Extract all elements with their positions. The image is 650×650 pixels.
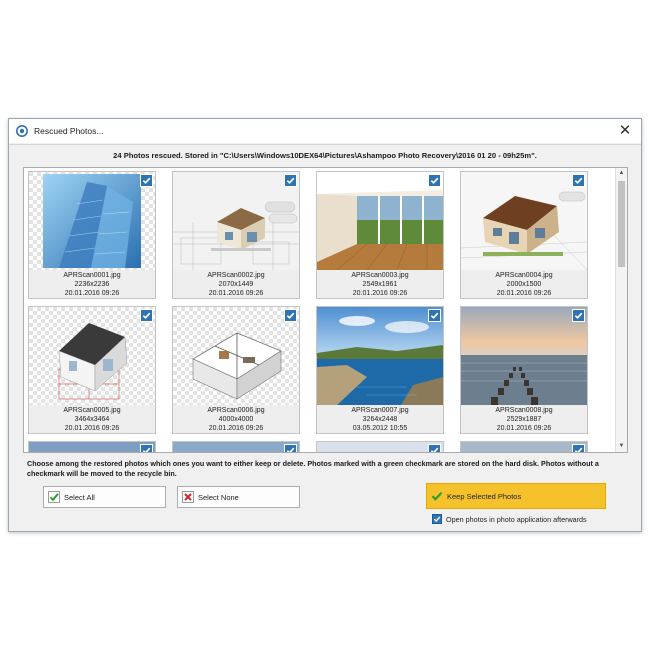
photo-tile[interactable]: APRScan0006.jpg 4000x4000 20.01.2016 09:…: [172, 306, 300, 434]
open-after-label: Open photos in photo application afterwa…: [446, 514, 587, 524]
photo-date: 20.01.2016 09:26: [352, 290, 408, 297]
photo-dimensions: 2070x1449: [218, 281, 254, 288]
photo-checkbox[interactable]: [428, 174, 441, 187]
photo-thumbnail[interactable]: [317, 172, 443, 270]
photo-date: 20.01.2016 09:26: [208, 290, 264, 297]
photo-tile[interactable]: [172, 441, 300, 452]
photo-thumbnail[interactable]: [173, 307, 299, 405]
select-none-button[interactable]: Select None: [177, 486, 300, 508]
photo-caption: APRScan0002.jpg 2070x1449 20.01.2016 09:…: [173, 271, 299, 298]
photo-filename: APRScan0008.jpg: [495, 407, 553, 414]
open-after-checkbox[interactable]: [432, 514, 442, 524]
photo-checkbox[interactable]: [284, 309, 297, 322]
photo-thumbnail[interactable]: [173, 442, 299, 452]
photo-tile[interactable]: [316, 441, 444, 452]
photo-date: 20.01.2016 09:26: [64, 425, 120, 432]
photo-filename: APRScan0002.jpg: [207, 272, 265, 279]
photo-tile[interactable]: [460, 441, 588, 452]
photo-date: 20.01.2016 09:26: [208, 425, 264, 432]
scroll-up-arrow-icon[interactable]: ▲: [616, 168, 627, 179]
photo-thumbnail[interactable]: [29, 307, 155, 405]
photo-thumbnail[interactable]: [317, 442, 443, 452]
photo-caption: APRScan0005.jpg 3464x3464 20.01.2016 09:…: [29, 406, 155, 433]
photo-filename: APRScan0004.jpg: [495, 272, 553, 279]
photo-filename: APRScan0001.jpg: [63, 272, 121, 279]
photo-date: 03.05.2012 10:55: [352, 425, 408, 432]
photo-dimensions: 4000x4000: [218, 416, 254, 423]
title-bar: Rescued Photos... ✕: [9, 119, 641, 143]
green-check-icon: [48, 491, 60, 503]
photo-thumbnail[interactable]: [29, 442, 155, 452]
photo-caption: APRScan0003.jpg 2549x1961 20.01.2016 09:…: [317, 271, 443, 298]
photo-thumbnail[interactable]: [29, 172, 155, 270]
gallery-scrollbar[interactable]: ▲ ▼: [615, 168, 627, 452]
photo-gallery[interactable]: APRScan0001.jpg 2236x2236 20.01.2016 09:…: [23, 167, 628, 453]
photo-date: 20.01.2016 09:26: [64, 290, 120, 297]
scroll-down-arrow-icon[interactable]: ▼: [616, 441, 627, 452]
photo-checkbox[interactable]: [572, 309, 585, 322]
photo-date: 20.01.2016 09:26: [496, 425, 552, 432]
rescued-photos-dialog: Rescued Photos... ✕ 24 Photos rescued. S…: [8, 118, 642, 532]
keep-selected-label: Keep Selected Photos: [447, 491, 522, 501]
photo-tile[interactable]: APRScan0004.jpg 2000x1500 20.01.2016 09:…: [460, 171, 588, 299]
select-none-label: Select None: [198, 492, 239, 502]
window-title: Rescued Photos...: [34, 126, 104, 136]
photo-checkbox[interactable]: [572, 174, 585, 187]
instructions-text: Choose among the restored photos which o…: [27, 459, 599, 478]
photo-checkbox[interactable]: [284, 444, 297, 452]
photo-caption: APRScan0008.jpg 2529x1887 20.01.2016 09:…: [461, 406, 587, 433]
photo-checkbox[interactable]: [284, 174, 297, 187]
photo-dimensions: 3464x3464: [74, 416, 110, 423]
photo-date: 20.01.2016 09:26: [496, 290, 552, 297]
photo-caption: APRScan0007.jpg 3264x2448 03.05.2012 10:…: [317, 406, 443, 433]
green-check-icon: [431, 490, 443, 502]
photo-tile[interactable]: APRScan0003.jpg 2549x1961 20.01.2016 09:…: [316, 171, 444, 299]
photo-dimensions: 2236x2236: [74, 281, 110, 288]
photo-dimensions: 3264x2448: [362, 416, 398, 423]
photo-tile[interactable]: APRScan0002.jpg 2070x1449 20.01.2016 09:…: [172, 171, 300, 299]
photo-caption: APRScan0001.jpg 2236x2236 20.01.2016 09:…: [29, 271, 155, 298]
select-all-button[interactable]: Select All: [43, 486, 166, 508]
photo-tile[interactable]: APRScan0007.jpg 3264x2448 03.05.2012 10:…: [316, 306, 444, 434]
photo-thumbnail[interactable]: [317, 307, 443, 405]
photo-thumbnail[interactable]: [173, 172, 299, 270]
photo-checkbox[interactable]: [140, 309, 153, 322]
photo-tile[interactable]: [28, 441, 156, 452]
photo-checkbox[interactable]: [572, 444, 585, 452]
close-icon[interactable]: ✕: [613, 121, 637, 141]
rescue-summary: 24 Photos rescued. Stored in "C:\Users\W…: [9, 144, 641, 167]
photo-checkbox[interactable]: [140, 444, 153, 452]
photo-tile[interactable]: APRScan0008.jpg 2529x1887 20.01.2016 09:…: [460, 306, 588, 434]
scrollbar-thumb[interactable]: [618, 181, 625, 267]
photo-checkbox[interactable]: [428, 444, 441, 452]
photo-thumbnail[interactable]: [461, 172, 587, 270]
photo-filename: APRScan0003.jpg: [351, 272, 409, 279]
photo-filename: APRScan0006.jpg: [207, 407, 265, 414]
photo-dimensions: 2000x1500: [506, 281, 542, 288]
photo-dimensions: 2529x1887: [506, 416, 542, 423]
red-x-icon: [182, 491, 194, 503]
keep-selected-photos-button[interactable]: Keep Selected Photos: [426, 483, 606, 509]
photo-thumbnail[interactable]: [461, 307, 587, 405]
photo-checkbox[interactable]: [140, 174, 153, 187]
photo-filename: APRScan0005.jpg: [63, 407, 121, 414]
photo-checkbox[interactable]: [428, 309, 441, 322]
select-all-label: Select All: [64, 492, 95, 502]
photo-filename: APRScan0007.jpg: [351, 407, 409, 414]
open-after-option[interactable]: Open photos in photo application afterwa…: [432, 514, 587, 524]
photo-caption: APRScan0004.jpg 2000x1500 20.01.2016 09:…: [461, 271, 587, 298]
photo-thumbnail[interactable]: [461, 442, 587, 452]
photo-dimensions: 2549x1961: [362, 281, 398, 288]
photo-tile[interactable]: APRScan0001.jpg 2236x2236 20.01.2016 09:…: [28, 171, 156, 299]
app-icon: [15, 124, 29, 138]
photo-tile[interactable]: APRScan0005.jpg 3464x3464 20.01.2016 09:…: [28, 306, 156, 434]
photo-caption: APRScan0006.jpg 4000x4000 20.01.2016 09:…: [173, 406, 299, 433]
